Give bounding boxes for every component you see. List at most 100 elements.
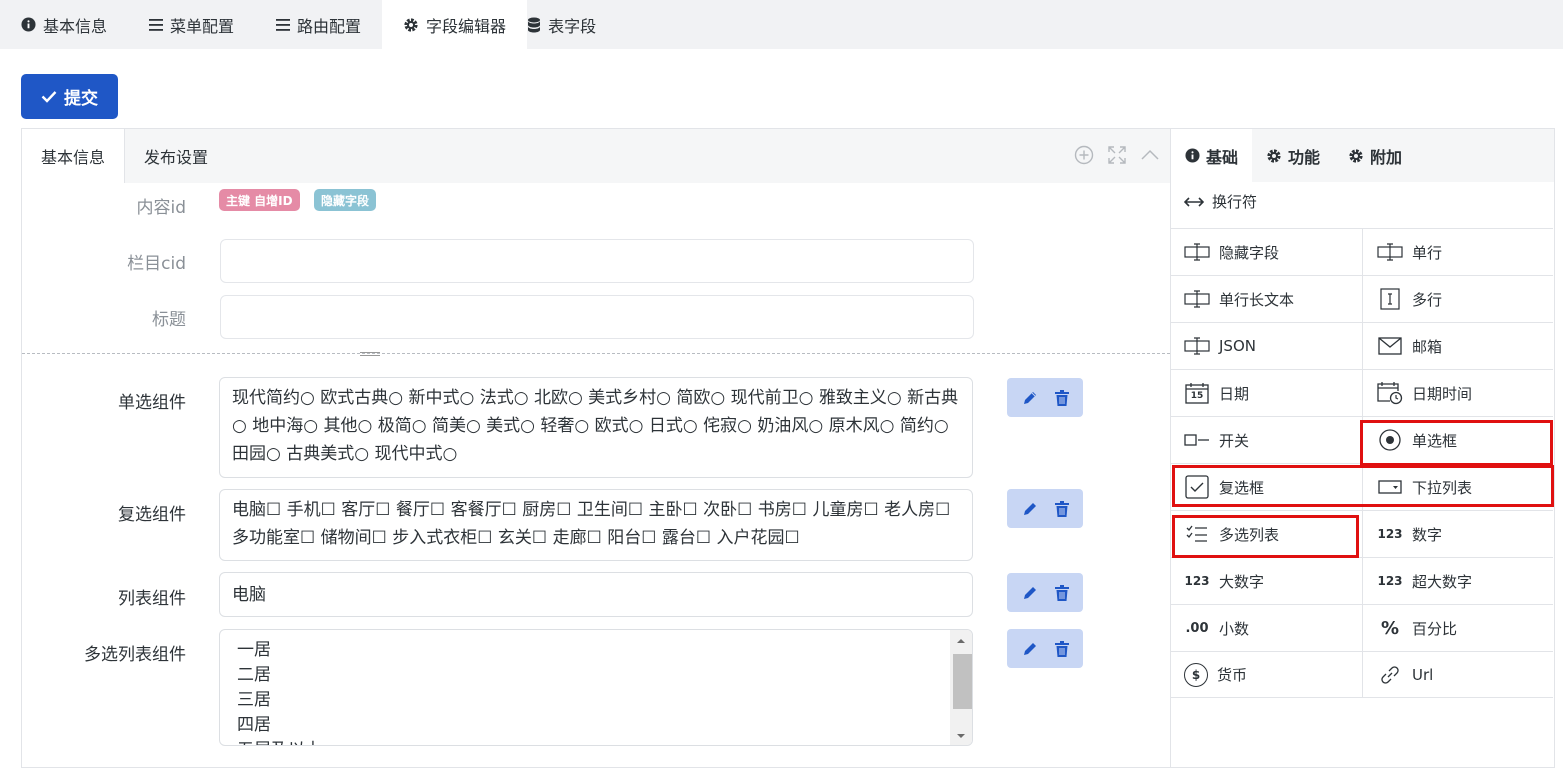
widget-tab-function[interactable]: 功能 [1252,129,1334,182]
field-label-cid: 栏目cid [127,254,186,274]
drag-handle[interactable] [360,352,380,356]
list-option[interactable]: 一居 [237,638,322,663]
check-icon [41,91,57,103]
gear-icon [404,17,418,32]
widget-decimal[interactable]: .00 小数 [1171,604,1362,651]
list-option[interactable]: 五居及以上 [237,738,322,745]
form-tab-publish[interactable]: 发布设置 [125,129,227,183]
component-label-list: 列表组件 [118,589,186,609]
widget-label: 单行 [1412,243,1443,262]
database-icon [528,17,541,32]
top-tab-table-fields[interactable]: 表字段 [527,0,617,49]
gear-icon [1267,148,1281,163]
widget-label: 大数字 [1219,572,1265,591]
scrollbar[interactable] [950,630,972,746]
widget-tab-label: 附加 [1370,147,1403,167]
pencil-icon[interactable] [1022,390,1038,406]
submit-button[interactable]: 提交 [21,74,118,119]
calendar-clock-icon [1377,380,1403,406]
widget-label: 换行符 [1212,193,1258,211]
chevron-up-icon[interactable] [1140,145,1160,165]
widget-email[interactable]: 邮箱 [1362,322,1553,369]
dollar-sign: $ [1191,667,1201,682]
trash-icon[interactable] [1054,584,1069,601]
trash-icon[interactable] [1054,389,1069,406]
top-tab-menu-config[interactable]: 菜单配置 [128,0,255,49]
info-circle-icon [21,17,36,32]
widget-hidden-field[interactable]: 隐藏字段 [1171,228,1362,275]
text-cursor-icon [1377,239,1403,265]
widget-number[interactable]: 123 数字 [1362,510,1553,557]
title-input[interactable] [220,295,974,339]
widget-label: 数字 [1412,525,1443,544]
top-tab-label: 路由配置 [297,16,362,36]
scroll-up-icon[interactable] [950,630,972,652]
radio-options-box[interactable]: 现代简约○ 欧式古典○ 新中式○ 法式○ 北欧○ 美式乡村○ 简欧○ 现代前卫○… [219,377,973,478]
widget-label: JSON [1219,337,1256,355]
badge-primary-key: 主键 自增ID [219,189,300,211]
form-tab-basic[interactable]: 基本信息 [22,129,126,183]
widget-currency[interactable]: $ 货币 [1171,651,1362,698]
widget-label: 超大数字 [1412,572,1473,591]
expand-icon[interactable] [1107,145,1127,165]
list-option[interactable]: 二居 [237,663,322,688]
pencil-icon[interactable] [1022,501,1038,517]
add-circle-icon[interactable] [1074,145,1094,165]
pencil-icon[interactable] [1022,641,1038,657]
widget-label: 货币 [1217,666,1248,684]
top-tab-label: 字段编辑器 [426,16,507,36]
calendar-day: 15 [1190,390,1204,401]
pencil-icon[interactable] [1022,585,1038,601]
text-cursor-icon [1184,286,1210,312]
list-option[interactable]: 四居 [237,713,322,738]
widget-switch[interactable]: 开关 [1171,416,1362,463]
dollar-icon: $ [1184,662,1208,687]
multiselect-listbox[interactable]: 一居 二居 三居 四居 五居及以上 [219,629,973,746]
highlight-radio [1360,420,1553,466]
widget-long-text[interactable]: 单行长文本 [1171,275,1362,322]
trash-icon[interactable] [1054,500,1069,517]
widget-label: 多行 [1412,290,1443,309]
widget-label: 日期 [1219,384,1250,403]
widget-tab-label: 功能 [1288,147,1321,167]
envelope-icon [1377,333,1403,359]
list-selected-value: 电脑 [232,585,266,605]
number-icon: 123 [1184,574,1210,588]
widget-datetime[interactable]: 日期时间 [1362,369,1553,416]
form-tab-label: 发布设置 [144,148,209,167]
form-card: 基本信息 发布设置 内容id 主键 自增ID 隐藏字段 栏目cid 标题 单选组… [21,128,1171,768]
widget-tab-basic[interactable]: 基础 [1171,129,1253,182]
cid-input[interactable] [220,239,974,283]
list-actions [1007,573,1083,612]
percent-icon: % [1380,617,1400,639]
widget-huge-number[interactable]: 123 超大数字 [1362,557,1553,604]
widget-tab-extra[interactable]: 附加 [1334,129,1416,182]
trash-icon[interactable] [1054,640,1069,657]
widget-json[interactable]: JSON [1171,322,1362,369]
widget-label: 单行长文本 [1219,290,1295,309]
widget-tab-label: 基础 [1206,147,1239,167]
component-label-multiselect: 多选列表组件 [84,645,186,665]
list-option[interactable]: 三居 [237,688,322,713]
section-divider [22,353,1170,354]
list-select[interactable]: 电脑 [219,572,973,617]
top-tab-basic-info[interactable]: 基本信息 [0,0,128,49]
widget-big-number[interactable]: 123 大数字 [1171,557,1362,604]
top-tab-label: 表字段 [548,16,597,36]
top-tab-label: 基本信息 [43,16,108,36]
widget-single-line[interactable]: 单行 [1362,228,1553,275]
widget-multiline[interactable]: 多行 [1362,275,1553,322]
multiselect-actions [1007,629,1083,668]
widget-date[interactable]: 15 日期 [1171,369,1362,416]
top-tab-field-editor[interactable]: 字段编辑器 [382,0,528,49]
widget-percent[interactable]: % 百分比 [1362,604,1553,651]
scrollbar-thumb[interactable] [953,654,972,709]
checkbox-options-text: 电脑☐ 手机☐ 客厅☐ 餐厅☐ 客餐厅☐ 厨房☐ 卫生间☐ 主卧☐ 次卧☐ 书房… [232,500,951,548]
checkbox-options-box[interactable]: 电脑☐ 手机☐ 客厅☐ 餐厅☐ 客餐厅☐ 厨房☐ 卫生间☐ 主卧☐ 次卧☐ 书房… [219,489,973,561]
widget-url[interactable]: Url [1362,651,1553,698]
scroll-down-icon[interactable] [950,725,972,746]
top-tab-route-config[interactable]: 路由配置 [255,0,382,49]
top-nav: 基本信息 菜单配置 路由配置 字段编辑器 表字段 [0,0,1563,49]
widget-newline[interactable]: 换行符 [1184,191,1257,212]
field-label-content-id: 内容id [136,198,186,218]
